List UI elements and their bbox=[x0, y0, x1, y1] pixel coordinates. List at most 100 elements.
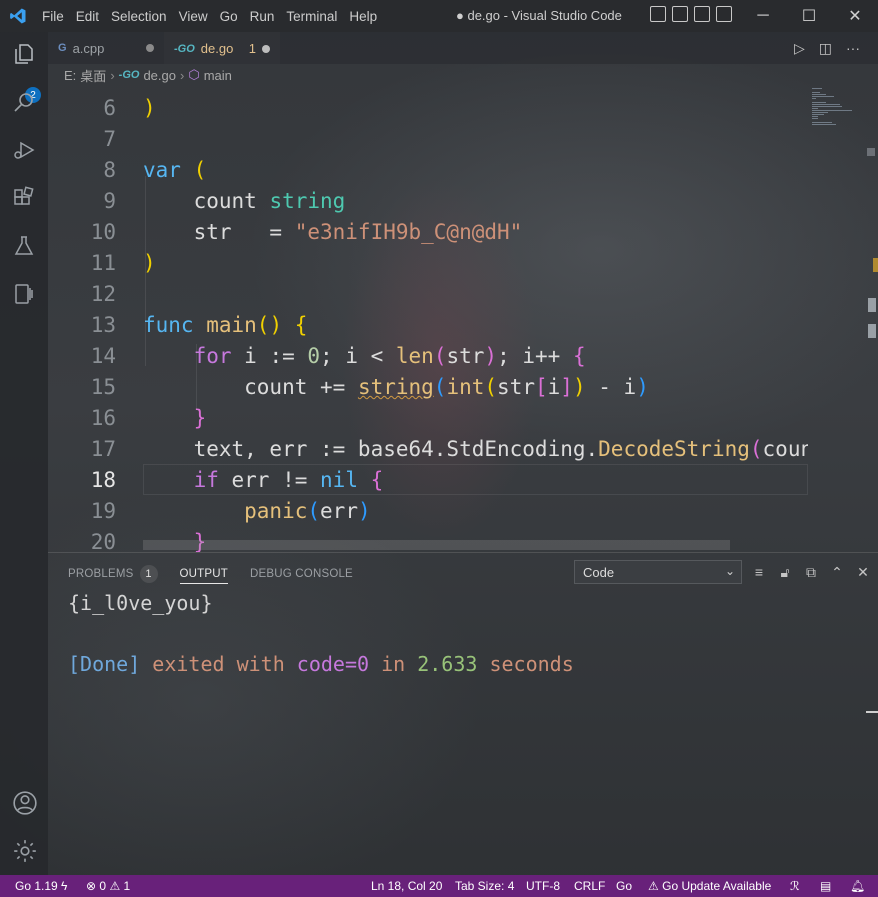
menu-run[interactable]: Run bbox=[244, 9, 281, 24]
toggle-sidebar-icon[interactable] bbox=[650, 6, 666, 22]
remote-explorer-icon[interactable] bbox=[12, 282, 36, 306]
breadcrumb-drive[interactable]: E: bbox=[64, 68, 76, 83]
tab-problems[interactable]: PROBLEMS 1 bbox=[68, 564, 158, 584]
live-share-icon[interactable]: ℛ bbox=[790, 879, 800, 893]
code-token: ( bbox=[484, 375, 498, 399]
tab-debug-console[interactable]: DEBUG CONSOLE bbox=[250, 564, 353, 584]
panel-scrollbar[interactable] bbox=[866, 711, 878, 713]
code-line: 18 if err != nil { bbox=[48, 465, 808, 496]
cursor-position[interactable]: Ln 18, Col 20 bbox=[371, 879, 442, 893]
tab-de-go[interactable]: -GO de.go 1 bbox=[164, 32, 280, 64]
tab-output[interactable]: OUTPUT bbox=[179, 564, 228, 584]
menu-edit[interactable]: Edit bbox=[70, 9, 105, 24]
code-token: - i bbox=[585, 375, 637, 399]
tab-label: a.cpp bbox=[72, 40, 105, 56]
code-token: [ bbox=[534, 375, 548, 399]
explorer-icon[interactable] bbox=[12, 42, 36, 66]
menu-go[interactable]: Go bbox=[214, 9, 244, 24]
output-line: [Done] exited with code=0 in 2.633 secon… bbox=[68, 652, 574, 676]
menu-view[interactable]: View bbox=[173, 9, 214, 24]
code-line: 13 func main() { bbox=[48, 310, 808, 341]
code-token: for bbox=[143, 344, 245, 368]
code-text: str = "e3nifIH9b_C@n@dH" bbox=[143, 217, 523, 248]
tab-size[interactable]: Tab Size: 4 bbox=[455, 879, 514, 893]
unsaved-dot-icon[interactable] bbox=[262, 44, 270, 53]
go-version[interactable]: Go 1.19 ϟ bbox=[15, 879, 67, 893]
output-channel-select[interactable]: Code ⌄ bbox=[574, 560, 742, 584]
code-token: string bbox=[357, 375, 434, 399]
line-number: 15 bbox=[90, 375, 116, 399]
chevron-down-icon: ⌄ bbox=[724, 564, 735, 578]
indent-guide bbox=[145, 176, 146, 366]
breadcrumb-folder[interactable]: 桌面 bbox=[80, 66, 106, 85]
close-panel-icon[interactable]: ✕ bbox=[854, 563, 872, 581]
maximize-panel-icon[interactable]: ⌃ bbox=[828, 563, 846, 581]
code-token: ( bbox=[193, 158, 207, 182]
encoding[interactable]: UTF-8 bbox=[526, 879, 560, 893]
symbol-method-icon: ⬡ bbox=[188, 67, 200, 82]
maximize-icon[interactable]: ☐ bbox=[786, 0, 832, 32]
code-line: 17 text, err := base64.StdEncoding.Decod… bbox=[48, 434, 808, 465]
go-file-icon: -GO bbox=[174, 42, 195, 55]
line-number: 12 bbox=[90, 282, 116, 306]
breadcrumb-symbol[interactable]: main bbox=[204, 68, 232, 83]
output-line: {i_l0ve_you} bbox=[68, 591, 213, 615]
menu-help[interactable]: Help bbox=[343, 9, 383, 24]
menu-selection[interactable]: Selection bbox=[105, 9, 173, 24]
lock-scroll-icon[interactable]: 🔓︎ bbox=[776, 563, 794, 581]
minimize-icon[interactable]: ─ bbox=[740, 0, 786, 32]
unsaved-dot-icon[interactable] bbox=[146, 44, 154, 52]
menu-terminal[interactable]: Terminal bbox=[280, 9, 343, 24]
editor-vertical-scrollbar[interactable] bbox=[866, 86, 878, 552]
feedback-icon[interactable]: ▤ bbox=[820, 879, 831, 893]
code-token: { bbox=[572, 344, 586, 368]
error-icon: ⊗ bbox=[86, 879, 97, 893]
go-update-label: Go Update Available bbox=[662, 879, 772, 893]
code-text: for i := 0; i < len(str); i++ { bbox=[143, 341, 586, 372]
code-token: main bbox=[206, 313, 257, 337]
code-token: text, err := base64.StdEncoding. bbox=[143, 437, 599, 461]
minimap-line bbox=[812, 106, 842, 107]
code-text: var ( bbox=[143, 155, 206, 186]
more-actions-icon[interactable]: ··· bbox=[846, 40, 860, 57]
end-of-line[interactable]: CRLF bbox=[574, 879, 605, 893]
minimap-line bbox=[812, 112, 828, 113]
code-token: ( bbox=[749, 437, 763, 461]
cpp-file-icon: G bbox=[58, 42, 67, 54]
minimap-line bbox=[812, 110, 852, 111]
code-token: str = bbox=[143, 220, 295, 244]
minimap-line bbox=[812, 104, 840, 105]
clear-output-icon[interactable]: ≡ bbox=[750, 563, 768, 581]
extensions-icon[interactable] bbox=[12, 186, 36, 210]
code-token: str bbox=[497, 375, 535, 399]
customize-layout-icon[interactable] bbox=[716, 6, 732, 22]
notifications-bell-icon[interactable]: 🔔︎ bbox=[850, 879, 865, 893]
go-update[interactable]: ⚠ Go Update Available bbox=[648, 879, 771, 893]
code-editor[interactable]: 6) 7 8 var (9 count string 10 str = "e3nifIH… bbox=[48, 88, 808, 552]
close-window-icon[interactable]: ✕ bbox=[832, 0, 878, 32]
minimap[interactable] bbox=[808, 86, 866, 552]
breadcrumb-file[interactable]: de.go bbox=[143, 68, 176, 83]
window-controls: ─ ☐ ✕ bbox=[740, 0, 878, 32]
code-line: 8 var ( bbox=[48, 155, 808, 186]
chevron-right-icon: › bbox=[110, 67, 115, 83]
problems-status[interactable]: ⊗ 0 ⚠ 1 bbox=[86, 879, 130, 893]
editor-horizontal-scrollbar[interactable] bbox=[143, 540, 730, 550]
language-mode[interactable]: Go bbox=[616, 879, 632, 893]
run-debug-icon[interactable] bbox=[12, 138, 36, 162]
menu-file[interactable]: File bbox=[36, 9, 70, 24]
tab-a-cpp[interactable]: G a.cpp bbox=[48, 32, 164, 64]
line-number: 17 bbox=[90, 437, 116, 461]
vscode-logo-icon bbox=[0, 0, 36, 32]
account-icon[interactable] bbox=[12, 790, 37, 815]
minimap-line bbox=[812, 96, 834, 97]
toggle-panel-icon[interactable] bbox=[672, 6, 688, 22]
testing-icon[interactable] bbox=[12, 234, 36, 258]
line-number: 9 bbox=[103, 189, 116, 213]
run-code-icon[interactable]: ▷ bbox=[794, 40, 805, 57]
toggle-secondary-sidebar-icon[interactable] bbox=[694, 6, 710, 22]
settings-gear-icon[interactable] bbox=[12, 838, 36, 862]
split-editor-icon[interactable]: ◫ bbox=[819, 40, 832, 57]
open-in-editor-icon[interactable]: ⧉ bbox=[802, 563, 820, 581]
search-icon[interactable] bbox=[12, 90, 36, 114]
